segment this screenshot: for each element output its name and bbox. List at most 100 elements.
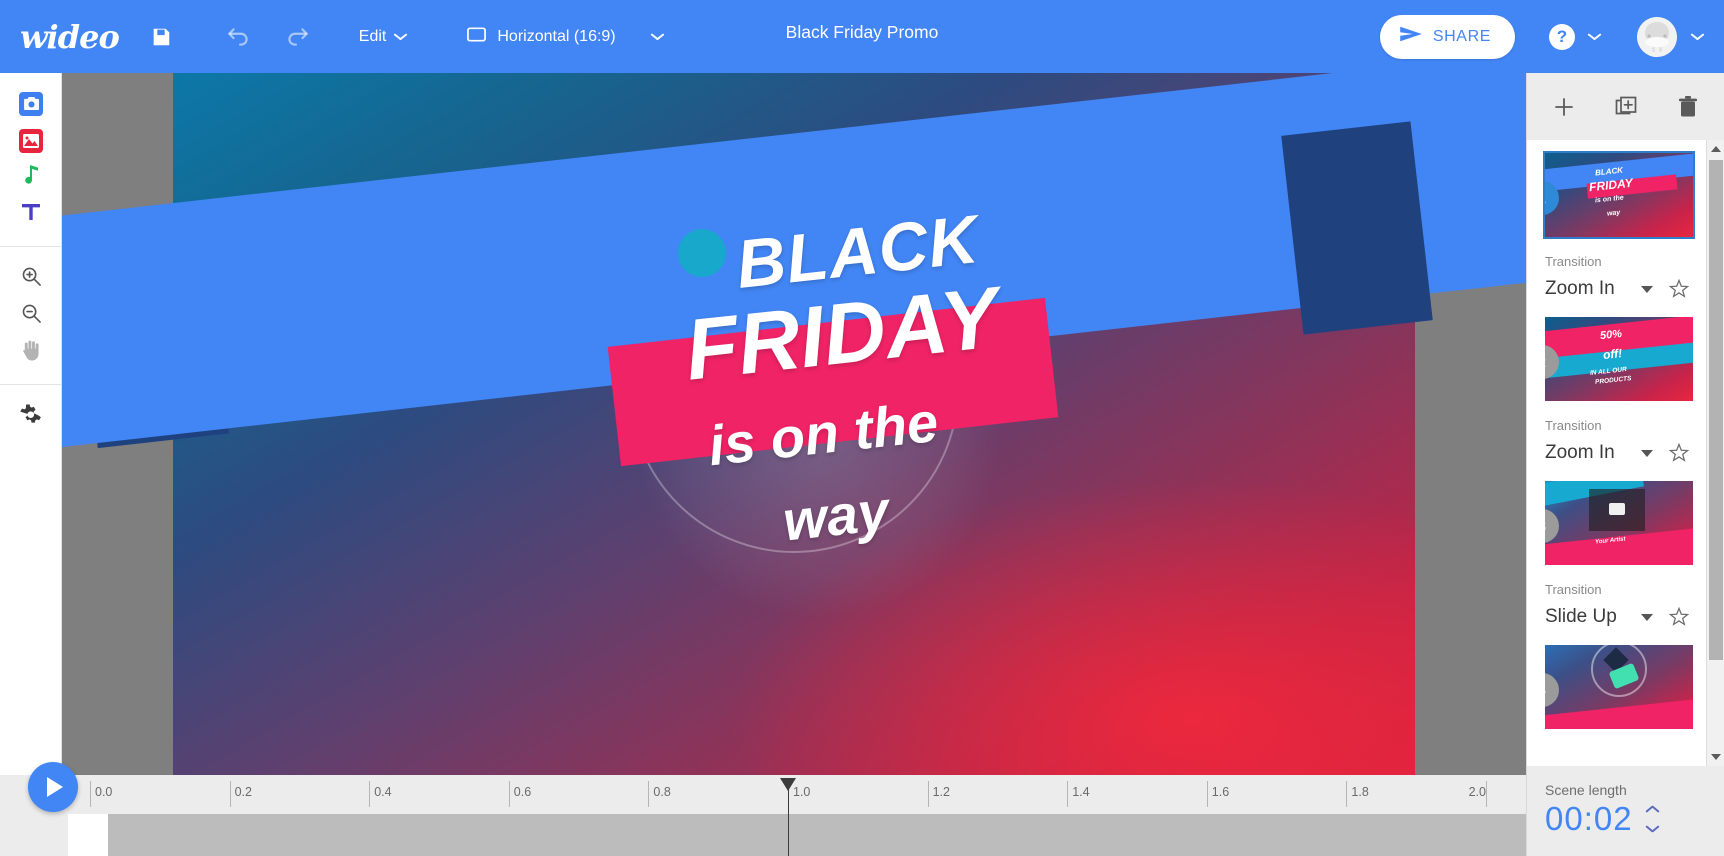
scroll-up-arrow[interactable]	[1707, 140, 1724, 158]
tool-image[interactable]	[0, 122, 62, 159]
canvas-foreground: BLACK FRIDAY is on the way	[173, 73, 1415, 775]
scene-thumbnail[interactable]: 50% off! IN ALL OUR PRODUCTS2	[1545, 317, 1693, 401]
scene-item[interactable]: 50% off! IN ALL OUR PRODUCTS2 Transition Z…	[1527, 304, 1707, 468]
save-icon[interactable]	[139, 15, 183, 59]
playhead-handle[interactable]	[780, 778, 796, 791]
chevron-down-icon	[1588, 33, 1601, 41]
chevron-down-icon[interactable]	[1641, 449, 1653, 457]
scene-item[interactable]: 4	[1527, 632, 1707, 729]
transition-label: Transition	[1545, 418, 1602, 433]
chevron-down-icon	[651, 33, 664, 41]
timeline-track[interactable]	[108, 814, 1526, 856]
aspect-ratio-label: Horizontal (16:9)	[497, 27, 616, 45]
transition-row: Slide Up	[1545, 602, 1697, 632]
scene-length-label: Scene length	[1545, 782, 1627, 798]
favorite-star-icon[interactable]	[1668, 278, 1690, 299]
top-header: wideo Edit Horizontal (16:9) Black Frida…	[0, 0, 1724, 73]
toolbar-divider	[0, 384, 62, 385]
ruler-tick-label: 1.8	[1351, 785, 1369, 799]
help-menu[interactable]: ?	[1549, 23, 1601, 50]
transition-value[interactable]: Zoom In	[1545, 278, 1615, 300]
chevron-down-icon[interactable]	[1646, 823, 1659, 830]
tool-zoom-out[interactable]	[0, 297, 62, 334]
timeline: 0.0 0.2 0.4 0.6 0.8 1.0 1.2 1.4 1.6 1.8 2.0	[0, 775, 1526, 856]
scene-list[interactable]: BLACK FRIDAY is on the way1 Transition Zoo…	[1527, 140, 1707, 766]
gear-icon	[20, 403, 42, 430]
scene-thumbnail[interactable]: Your Artist3	[1545, 481, 1693, 565]
thumb-camera-icon	[1609, 503, 1625, 515]
scenes-toolbar	[1527, 73, 1724, 140]
zoom-out-icon	[21, 303, 42, 329]
transition-value[interactable]: Slide Up	[1545, 606, 1617, 628]
undo-icon[interactable]	[217, 15, 261, 59]
share-button[interactable]: SHARE	[1379, 14, 1515, 59]
thumb-text-4: way	[1606, 209, 1621, 218]
teal-dot[interactable]	[678, 229, 726, 277]
left-toolbar	[0, 73, 62, 856]
play-icon	[47, 777, 63, 797]
scene-length-panel: Scene length 00:02	[1527, 766, 1724, 856]
text-icon	[21, 202, 41, 227]
scene-thumbnail[interactable]: 4	[1545, 645, 1693, 729]
transition-value[interactable]: Zoom In	[1545, 442, 1615, 464]
tool-settings[interactable]	[0, 398, 62, 435]
duplicate-scene-button[interactable]	[1613, 94, 1639, 120]
music-note-icon	[23, 164, 40, 191]
scene-length-stepper[interactable]	[1646, 809, 1659, 830]
thumb-text-1: 50%	[1599, 327, 1623, 343]
camera-icon	[19, 91, 43, 116]
help-icon: ?	[1549, 23, 1575, 50]
text-way[interactable]: way	[780, 477, 892, 553]
scenes-panel: BLACK FRIDAY is on the way1 Transition Zoo…	[1526, 73, 1724, 856]
playhead[interactable]	[780, 778, 796, 856]
share-label: SHARE	[1432, 27, 1491, 45]
transition-label: Transition	[1545, 582, 1602, 597]
ruler-tick-label: 0.8	[653, 785, 671, 799]
chevron-down-icon	[394, 33, 407, 41]
favorite-star-icon[interactable]	[1668, 606, 1690, 627]
image-icon	[19, 128, 43, 153]
scene-thumbnail[interactable]: BLACK FRIDAY is on the way1	[1543, 151, 1695, 239]
tool-zoom-in[interactable]	[0, 260, 62, 297]
wideo-logo[interactable]: wideo	[20, 18, 120, 56]
scroll-down-arrow[interactable]	[1707, 748, 1724, 766]
ruler-tick-label: 0.4	[374, 785, 392, 799]
tool-hand[interactable]	[0, 334, 62, 371]
monitor-icon	[467, 26, 487, 47]
ruler-tick-label: 0.6	[513, 785, 532, 799]
account-menu[interactable]	[1637, 16, 1704, 57]
header-right-group: SHARE ?	[1379, 0, 1704, 73]
favorite-star-icon[interactable]	[1668, 442, 1690, 463]
redo-icon[interactable]	[275, 15, 319, 59]
chevron-up-icon[interactable]	[1646, 809, 1659, 816]
scene-length-control[interactable]: 00:02	[1545, 800, 1724, 838]
add-scene-button[interactable]	[1551, 94, 1577, 120]
paper-plane-icon	[1400, 25, 1422, 48]
ruler-tick-label: 1.2	[932, 785, 950, 799]
chevron-down-icon[interactable]	[1641, 285, 1653, 293]
wideo-editor: wideo Edit Horizontal (16:9) Black Frida…	[0, 0, 1724, 856]
transition-row: Zoom In	[1545, 438, 1697, 468]
scene-item[interactable]: BLACK FRIDAY is on the way1 Transition Zoo…	[1527, 140, 1707, 304]
transition-label: Transition	[1545, 254, 1602, 269]
timeline-track-row[interactable]	[62, 811, 1526, 856]
ruler-tick-label: 2.0	[1468, 785, 1486, 799]
scrollbar-thumb[interactable]	[1709, 160, 1723, 660]
canvas-stage[interactable]: BLACK FRIDAY is on the way	[62, 73, 1526, 775]
delete-scene-button[interactable]	[1675, 94, 1701, 120]
timeline-scene-handle[interactable]	[68, 814, 108, 856]
edit-menu[interactable]: Edit	[353, 15, 414, 59]
aspect-ratio-menu[interactable]: Horizontal (16:9)	[461, 15, 669, 59]
tool-camera[interactable]	[0, 85, 62, 122]
ruler-tick-label: 1.4	[1072, 785, 1090, 799]
hand-icon	[21, 339, 42, 366]
chevron-down-icon[interactable]	[1641, 613, 1653, 621]
scene-item[interactable]: Your Artist3 Transition Slide Up	[1527, 468, 1707, 632]
ruler-tick	[1486, 781, 1487, 807]
edit-menu-label: Edit	[358, 27, 387, 45]
tool-text[interactable]	[0, 196, 62, 233]
play-button[interactable]	[28, 762, 78, 812]
tool-music[interactable]	[0, 159, 62, 196]
scenes-scrollbar[interactable]	[1706, 140, 1724, 766]
ruler-tick-label: 1.6	[1211, 785, 1230, 799]
